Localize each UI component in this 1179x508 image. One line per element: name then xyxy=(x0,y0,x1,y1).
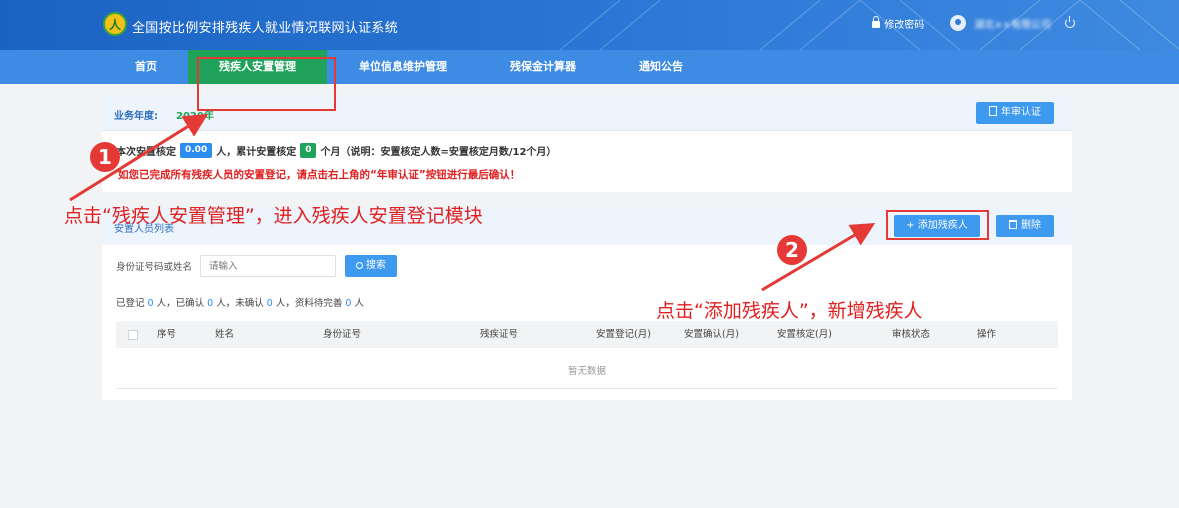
step2-callout: 点击“添加残疾人”，新增残疾人 xyxy=(656,300,923,322)
col-index: 序号 xyxy=(157,329,177,340)
unconfirmed-count: 0 xyxy=(266,298,273,309)
placement-months-badge: 0 xyxy=(300,143,317,158)
company-name: 湖北××有限公司 xyxy=(974,19,1051,31)
confirmed-count: 0 xyxy=(207,298,214,309)
add-button-highlight-box xyxy=(886,210,989,240)
logout-power-icon[interactable] xyxy=(1065,16,1075,28)
nav-highlight-box xyxy=(197,57,336,111)
app-title: 全国按比例安排残疾人就业情况联网认证系统 xyxy=(132,21,399,36)
nav-unit-info[interactable]: 单位信息维护管理 xyxy=(345,50,461,84)
change-password-label: 修改密码 xyxy=(884,19,925,31)
pending-count: 0 xyxy=(345,298,352,309)
document-icon xyxy=(989,106,997,116)
col-id-number: 身份证号 xyxy=(323,329,362,340)
col-approved-months: 安置核定(月) xyxy=(777,329,832,340)
registration-stats: 已登记 0 人，已确认 0 人，未确认 0 人，资料待完善 0 人 xyxy=(116,298,365,309)
col-registered-months: 安置登记(月) xyxy=(596,329,651,340)
col-review-status: 审核状态 xyxy=(892,329,931,340)
change-password-link[interactable]: 修改密码 xyxy=(872,15,925,31)
main-nav: 首页 残疾人安置管理 单位信息维护管理 残保金计算器 通知公告 xyxy=(0,50,1179,84)
search-input[interactable] xyxy=(200,255,337,277)
col-disability-cert: 残疾证号 xyxy=(480,329,519,340)
step1-badge: 1 xyxy=(90,142,120,172)
table-header: 序号 姓名 身份证号 残疾证号 安置登记(月) 安置确认(月) 安置核定(月) … xyxy=(116,321,1058,348)
confirmation-warning: 如您已完成所有残疾人员的安置登记，请点击右上角的“年审认证”按钮进行最后确认！ xyxy=(118,169,521,181)
select-all-checkbox[interactable] xyxy=(128,330,138,340)
delete-button[interactable]: 删除 xyxy=(996,215,1054,237)
business-year-label: 业务年度: xyxy=(114,111,158,122)
search-row: 身份证号码或姓名 搜索 xyxy=(116,255,398,277)
top-header-bar: 人 全国按比例安排残疾人就业情况联网认证系统 修改密码 湖北××有限公司 xyxy=(0,0,1179,50)
nav-home[interactable]: 首页 xyxy=(118,50,174,84)
table-bottom-line xyxy=(116,388,1058,389)
app-logo: 人 xyxy=(103,12,127,36)
lock-icon xyxy=(872,15,881,28)
col-actions: 操作 xyxy=(977,329,997,340)
search-button[interactable]: 搜索 xyxy=(345,255,398,277)
search-label: 身份证号码或姓名 xyxy=(116,262,193,273)
nav-notices[interactable]: 通知公告 xyxy=(628,50,694,84)
step1-callout: 点击“残疾人安置管理”，进入残疾人安置登记模块 xyxy=(64,205,483,227)
nav-calculator[interactable]: 残保金计算器 xyxy=(495,50,591,84)
user-avatar-icon xyxy=(950,15,967,31)
placement-count-badge: 0.00 xyxy=(180,143,213,158)
col-name: 姓名 xyxy=(215,329,235,340)
placement-summary-line: 本次安置核定 0.00 人，累计安置核定 0 个月（说明：安置核定人数=安置核定… xyxy=(116,143,557,158)
empty-table-message: 暂无数据 xyxy=(567,366,606,377)
step2-badge: 2 xyxy=(777,235,807,265)
trash-icon xyxy=(1009,220,1017,229)
user-account[interactable]: 湖北××有限公司 xyxy=(950,15,1075,31)
search-icon xyxy=(356,262,364,269)
col-confirmed-months: 安置确认(月) xyxy=(684,329,739,340)
registered-count: 0 xyxy=(147,298,154,309)
annual-review-button[interactable]: 年审认证 xyxy=(976,102,1054,124)
